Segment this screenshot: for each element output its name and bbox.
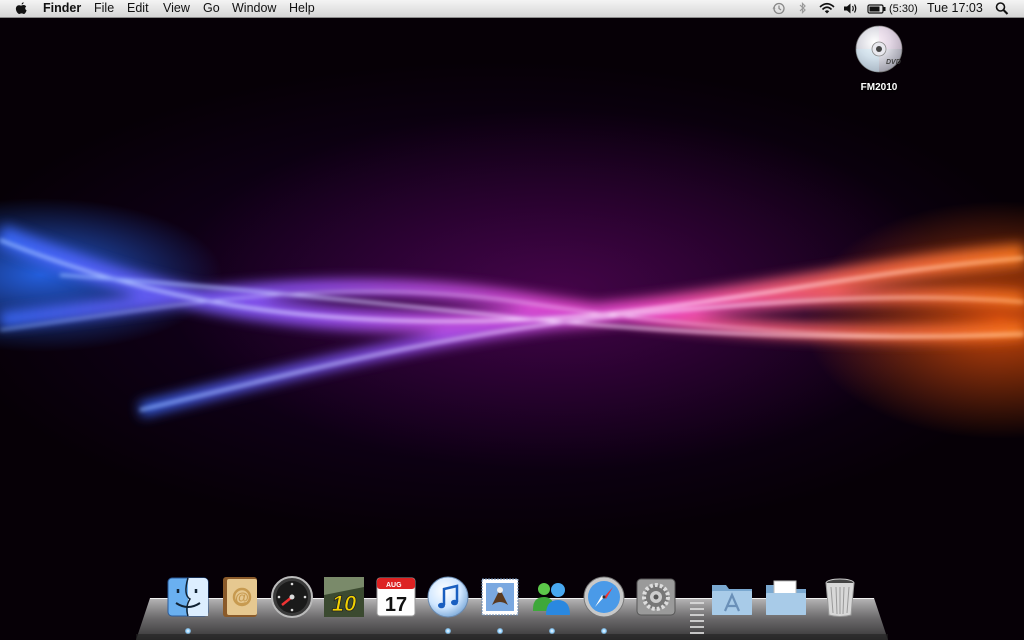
messenger-icon <box>533 583 570 615</box>
menu-help[interactable]: Help <box>289 1 315 16</box>
calendar-month: AUG <box>386 582 402 589</box>
dock-item-system-preferences[interactable] <box>634 575 678 619</box>
dock-item-safari[interactable] <box>582 575 626 619</box>
spotlight-search-icon[interactable] <box>995 1 1009 16</box>
wifi-icon[interactable] <box>818 1 836 16</box>
menu-file[interactable]: File <box>94 1 114 16</box>
time-machine-icon[interactable] <box>771 1 787 16</box>
system-preferences-icon <box>636 578 676 616</box>
trash-icon <box>825 578 855 617</box>
dock-item-finder[interactable] <box>166 575 210 619</box>
dock-item-trash[interactable] <box>818 575 862 619</box>
itunes-icon <box>427 576 469 618</box>
dvd-disc-icon: DVD <box>855 25 903 73</box>
running-indicator <box>445 628 451 634</box>
menu-app-name[interactable]: Finder <box>43 1 81 16</box>
dock-separator <box>690 614 704 616</box>
dashboard-icon <box>271 576 313 618</box>
dock-item-fm10[interactable]: 10 <box>322 575 366 619</box>
battery-icon[interactable] <box>867 1 887 16</box>
svg-text:@: @ <box>235 589 249 605</box>
dock-separator <box>690 602 704 604</box>
applications-folder-icon <box>712 585 752 615</box>
volume-icon[interactable] <box>843 1 859 16</box>
documents-folder-icon <box>766 580 806 615</box>
finder-icon <box>167 577 209 617</box>
dock-item-ical[interactable]: AUG 17 <box>374 575 418 619</box>
running-indicator <box>549 628 555 634</box>
calendar-day: 17 <box>385 594 407 616</box>
dock-item-mail[interactable] <box>478 575 522 619</box>
fm10-icon: 10 <box>324 577 364 617</box>
menu-bar: Finder File Edit View Go Window Help (5:… <box>0 0 1024 18</box>
fm10-label: 10 <box>332 591 357 616</box>
dock-separator <box>690 626 704 628</box>
dvd-badge: DVD <box>886 59 901 66</box>
running-indicator <box>601 628 607 634</box>
wallpaper-light-waves <box>0 224 1024 417</box>
apple-menu-icon[interactable] <box>14 1 30 16</box>
battery-time[interactable]: (5:30) <box>889 2 918 17</box>
dock-item-documents-folder[interactable] <box>764 575 808 619</box>
dvd-disc-desktop-item[interactable]: DVD FM2010 <box>848 24 910 93</box>
dock-item-itunes[interactable] <box>426 575 470 619</box>
calendar-icon: AUG 17 <box>376 577 416 617</box>
menu-clock[interactable]: Tue 17:03 <box>927 1 983 16</box>
desktop[interactable] <box>0 0 1024 640</box>
address-book-icon: @ <box>223 577 257 617</box>
menu-window[interactable]: Window <box>232 1 276 16</box>
menu-edit[interactable]: Edit <box>127 1 149 16</box>
dock-item-applications-folder[interactable] <box>710 575 754 619</box>
bluetooth-icon[interactable] <box>798 1 808 16</box>
dock-item-dashboard[interactable] <box>270 575 314 619</box>
dvd-disc-label: FM2010 <box>860 82 898 93</box>
dock-item-messenger[interactable] <box>530 575 574 619</box>
safari-icon <box>583 576 625 618</box>
mail-icon <box>481 578 519 616</box>
dock-separator <box>690 608 704 610</box>
menu-view[interactable]: View <box>163 1 190 16</box>
running-indicator <box>185 628 191 634</box>
menu-go[interactable]: Go <box>203 1 220 16</box>
dock-separator <box>690 620 704 622</box>
running-indicator <box>497 628 503 634</box>
dock-item-address-book[interactable]: @ <box>218 575 262 619</box>
dock-separator <box>690 632 704 634</box>
